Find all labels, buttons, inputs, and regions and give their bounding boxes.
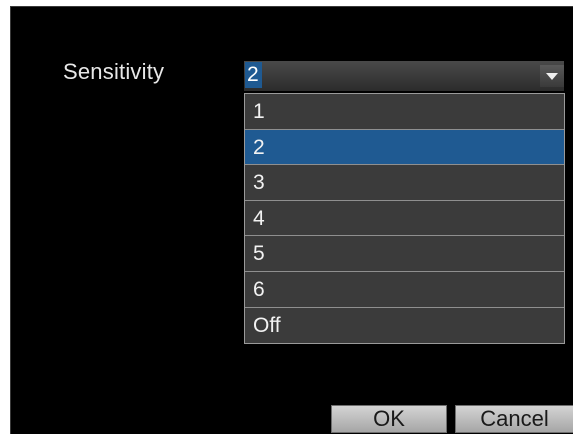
option-2[interactable]: 2 (245, 129, 564, 166)
cancel-button[interactable]: Cancel (455, 405, 573, 433)
option-5[interactable]: 5 (245, 236, 564, 272)
chevron-down-icon[interactable] (540, 65, 564, 87)
ok-button[interactable]: OK (331, 405, 447, 433)
sensitivity-dialog: Sensitivity 2 1 2 3 4 5 6 Off OK Cancel (10, 6, 573, 434)
sensitivity-label: Sensitivity (63, 59, 165, 84)
sensitivity-select[interactable]: 2 (244, 61, 564, 91)
option-3[interactable]: 3 (245, 165, 564, 201)
option-1[interactable]: 1 (245, 94, 564, 130)
option-6[interactable]: 6 (245, 272, 564, 308)
select-current-value: 2 (245, 62, 262, 88)
sensitivity-dropdown-list: 1 2 3 4 5 6 Off (244, 93, 565, 344)
option-4[interactable]: 4 (245, 201, 564, 237)
option-off[interactable]: Off (245, 308, 564, 344)
